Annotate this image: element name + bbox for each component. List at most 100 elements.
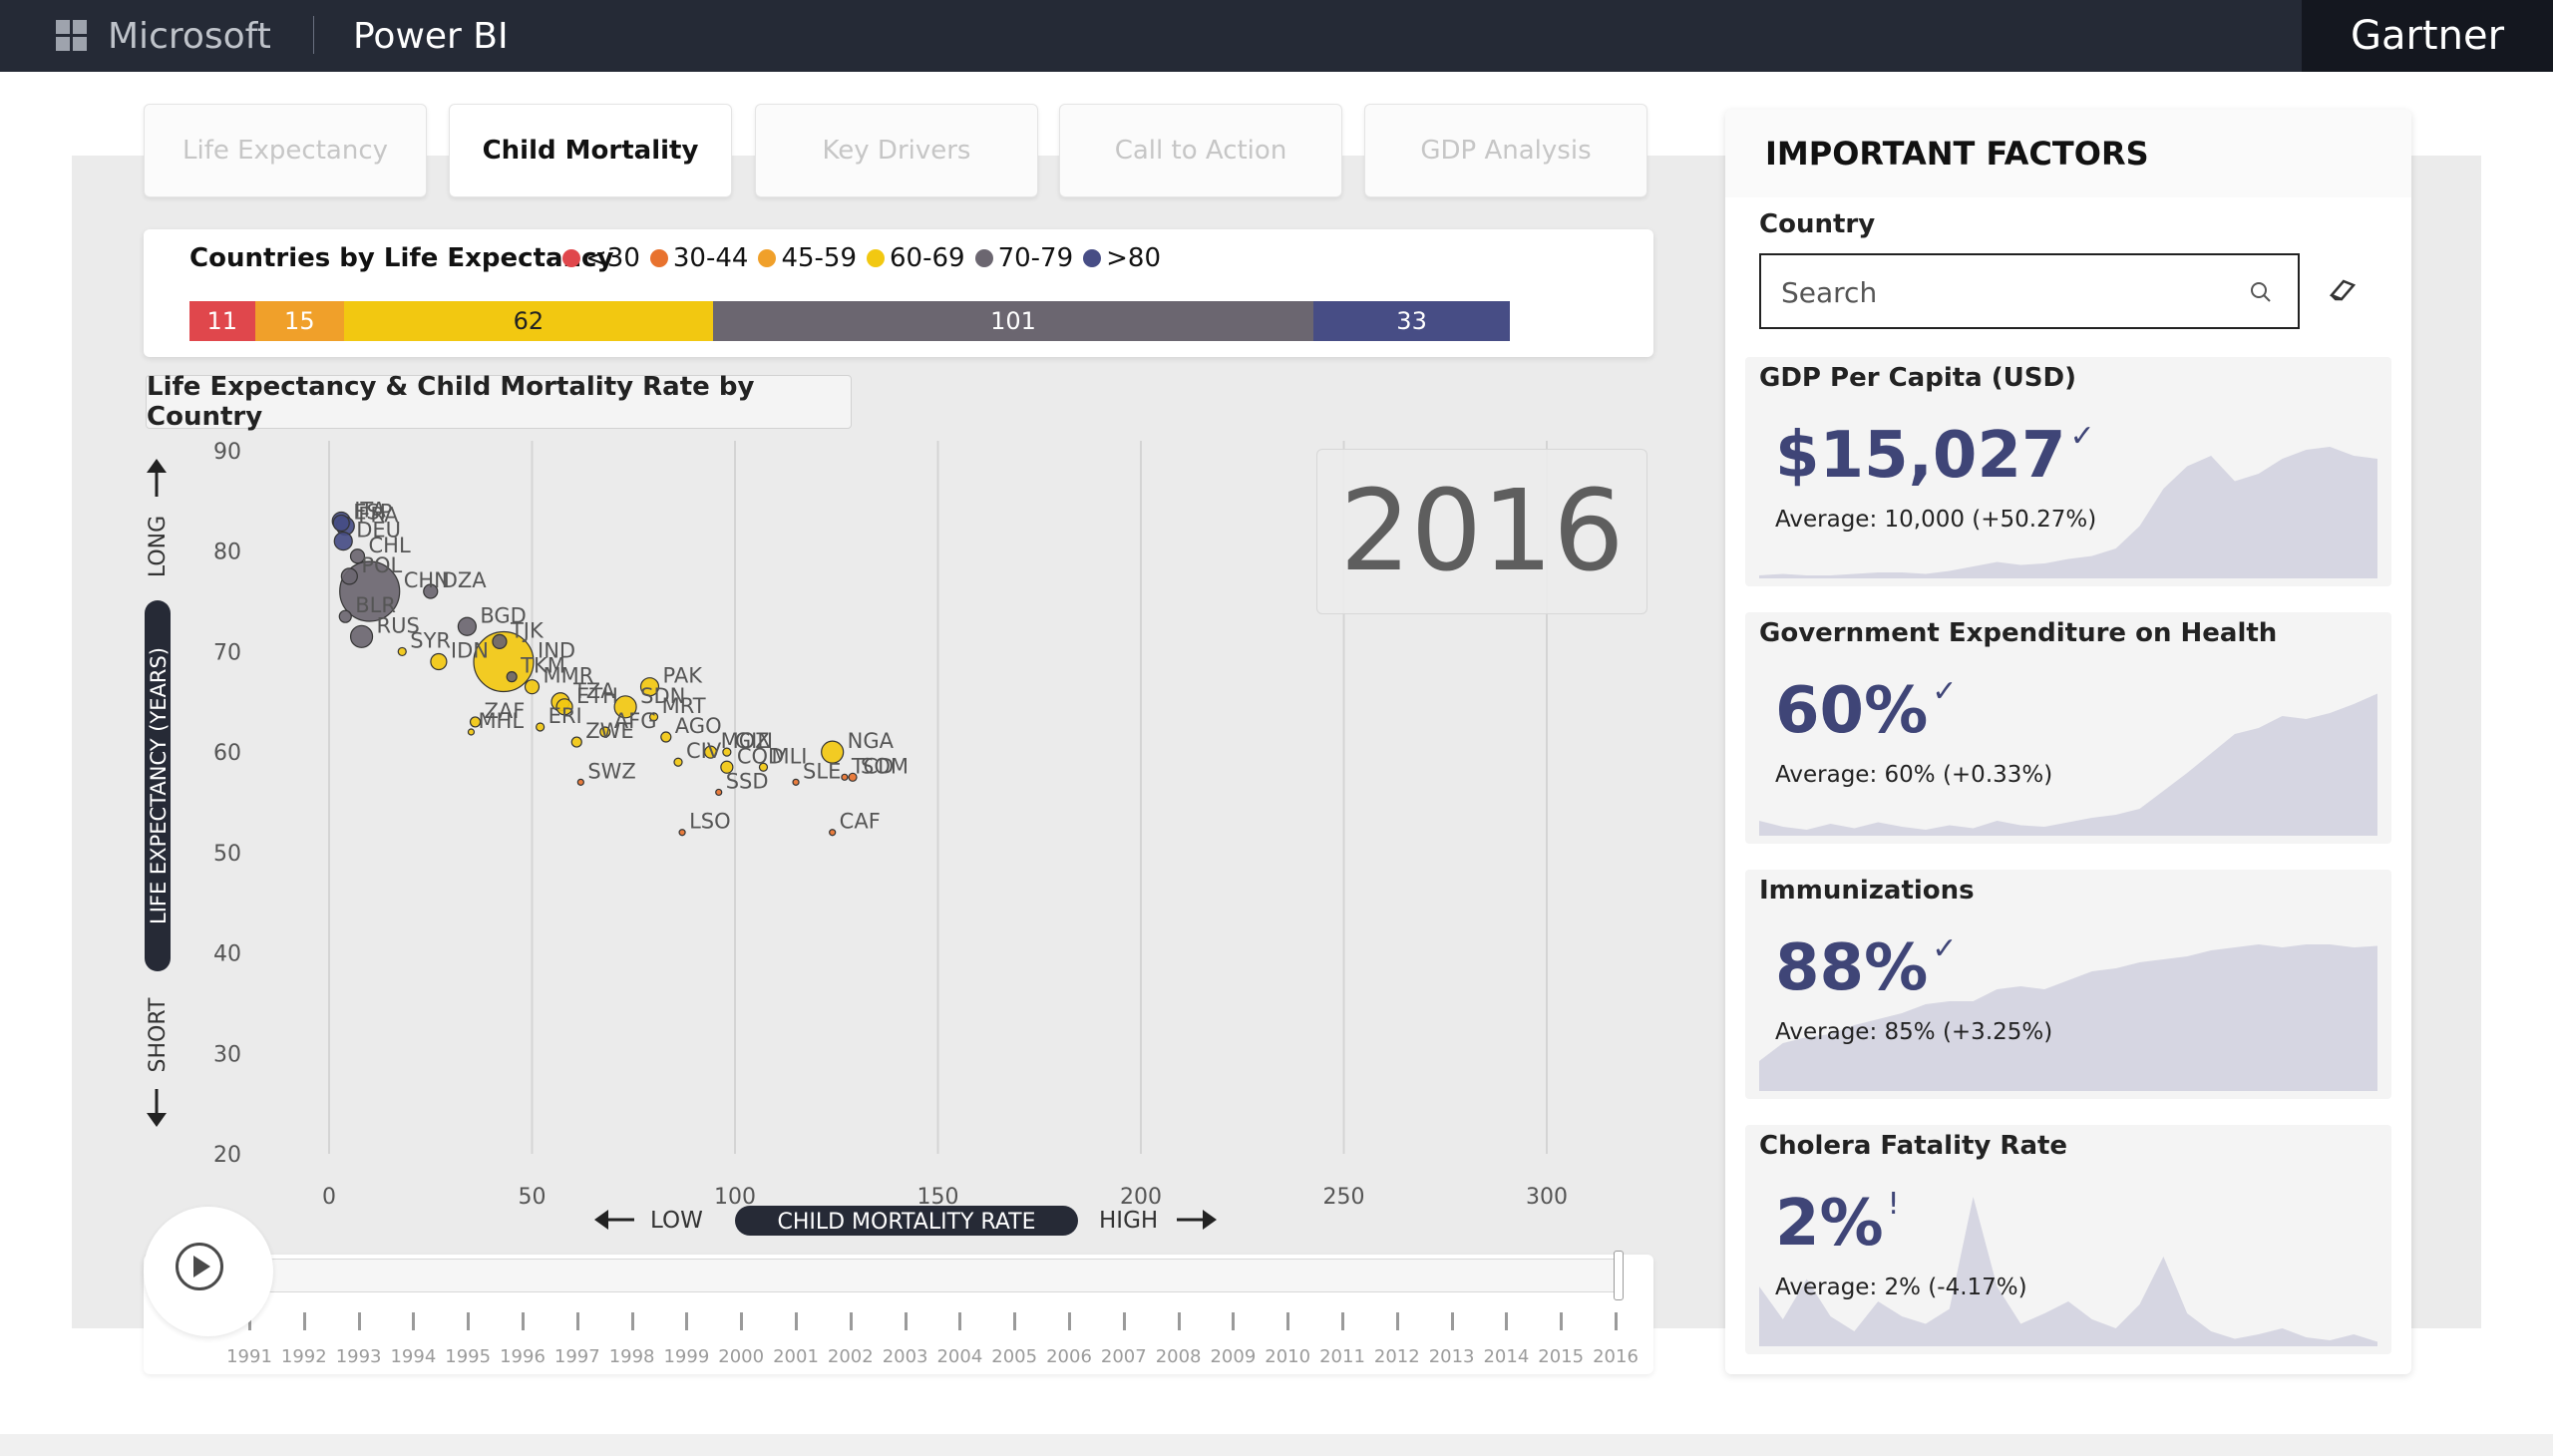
timeline-tick [412, 1312, 416, 1330]
kpi-value-text: $15,027 [1775, 419, 2066, 493]
timeline-tick [357, 1312, 361, 1330]
timeline-year-label[interactable]: 1992 [274, 1346, 334, 1367]
important-factors-panel: IMPORTANT FACTORS Country GDP Per Capita… [1725, 110, 2411, 1374]
kpi-value: 60% ✓ [1775, 674, 1957, 748]
kpi-value: $15,027 ✓ [1775, 419, 2095, 493]
kpi-value-text: 60% [1775, 674, 1929, 748]
point-label: DEU [356, 519, 401, 543]
eraser-icon[interactable] [2324, 271, 2360, 307]
y-axis-label: LIFE EXPECTANCY (YEARS) [147, 647, 171, 924]
timeline-year-label[interactable]: 2009 [1203, 1346, 1263, 1367]
year-slider-track[interactable] [249, 1259, 1620, 1292]
timeline-tick [1560, 1312, 1564, 1330]
timeline-tick [795, 1312, 798, 1330]
point-label: NGA [848, 729, 895, 753]
timeline-year-label[interactable]: 1996 [493, 1346, 552, 1367]
timeline-year-label[interactable]: 2015 [1531, 1346, 1591, 1367]
point-label: SLE [803, 759, 841, 783]
timeline-year-label[interactable]: 2004 [929, 1346, 989, 1367]
timeline-tick [1068, 1312, 1071, 1330]
x-arrow-right-head-icon [1203, 1210, 1217, 1230]
timeline-tick [467, 1312, 471, 1330]
timeline-tick [302, 1312, 306, 1330]
x-axis-low-label: LOW [650, 1208, 703, 1234]
panel-title: IMPORTANT FACTORS [1725, 110, 2411, 197]
kpi-value: 88% ✓ [1775, 931, 1957, 1005]
timeline-tick [630, 1312, 634, 1330]
play-button-container [144, 1207, 273, 1336]
y-arrow-down-head-icon [147, 1113, 167, 1127]
kpi-title: Immunizations [1759, 876, 1975, 906]
data-point [506, 671, 518, 683]
data-point [678, 829, 686, 837]
timeline-tick [740, 1312, 744, 1330]
kpi-title: Government Expenditure on Health [1759, 618, 2278, 648]
kpi-average: Average: 85% (+3.25%) [1775, 1019, 2053, 1045]
timeline-tick [1450, 1312, 1454, 1330]
timeline-tick [1232, 1312, 1236, 1330]
x-tick-label: 250 [1323, 1185, 1365, 1210]
y-arrow-up-head-icon [147, 459, 167, 473]
timeline-year-label[interactable]: 2002 [821, 1346, 881, 1367]
point-label: PAK [663, 664, 704, 688]
timeline-tick [1395, 1312, 1399, 1330]
timeline-year-label[interactable]: 2006 [1039, 1346, 1099, 1367]
timeline-year-label[interactable]: 2014 [1476, 1346, 1536, 1367]
timeline-tick [904, 1312, 908, 1330]
timeline-year-label[interactable]: 1997 [547, 1346, 607, 1367]
timeline-year-label[interactable]: 2001 [766, 1346, 826, 1367]
timeline-year-label[interactable]: 1995 [438, 1346, 498, 1367]
play-icon[interactable] [176, 1243, 223, 1290]
kpi-card[interactable]: Cholera Fatality Rate 2%! Average: 2% (-4.… [1745, 1125, 2391, 1354]
timeline-tick [1122, 1312, 1126, 1330]
data-point [457, 616, 477, 636]
point-label: POL [361, 553, 402, 577]
y-tick-label: 30 [213, 1042, 241, 1067]
timeline-year-label[interactable]: 2008 [1149, 1346, 1209, 1367]
kpi-status-icon: ✓ [1932, 674, 1958, 709]
timeline-year-label[interactable]: 2016 [1586, 1346, 1645, 1367]
kpi-title: GDP Per Capita (USD) [1759, 363, 2076, 393]
timeline-year-label[interactable]: 1993 [329, 1346, 389, 1367]
timeline-year-label[interactable]: 1999 [656, 1346, 716, 1367]
point-label: SWZ [587, 759, 635, 783]
data-point [536, 722, 546, 732]
country-search-input[interactable] [1779, 265, 2222, 319]
timeline-year-label[interactable]: 2003 [876, 1346, 935, 1367]
x-axis-high-label: HIGH [1099, 1208, 1158, 1234]
y-tick-label: 60 [213, 741, 241, 766]
point-label: ETH [576, 684, 618, 708]
kpi-status-icon: ✓ [1932, 931, 1958, 966]
data-point [430, 652, 448, 671]
y-tick-label: 50 [213, 842, 241, 867]
timeline-year-label[interactable]: 2007 [1094, 1346, 1154, 1367]
y-axis-low-label: SHORT [146, 997, 171, 1073]
country-search-box [1759, 253, 2300, 329]
kpi-card[interactable]: GDP Per Capita (USD) $15,027 ✓ Average: 10,… [1745, 357, 2391, 586]
kpi-card[interactable]: Government Expenditure on Health 60% ✓ Aver… [1745, 612, 2391, 844]
search-icon[interactable] [2248, 279, 2274, 305]
timeline-year-label[interactable]: 1998 [602, 1346, 662, 1367]
kpi-value-text: 2% [1775, 1187, 1884, 1261]
timeline-tick [522, 1312, 525, 1330]
data-point [660, 731, 672, 743]
x-arrow-left-head-icon [594, 1210, 608, 1230]
timeline-year-label[interactable]: 2005 [984, 1346, 1044, 1367]
year-slider-handle[interactable] [1614, 1251, 1624, 1300]
timeline-year-label[interactable]: 2000 [711, 1346, 771, 1367]
timeline-tick [1341, 1312, 1344, 1330]
data-point [829, 829, 837, 837]
timeline-year-label[interactable]: 2013 [1422, 1346, 1482, 1367]
kpi-card[interactable]: Immunizations 88% ✓ Average: 85% (+3.25%) [1745, 870, 2391, 1099]
x-tick-label: 50 [519, 1185, 547, 1210]
timeline-year-label[interactable]: 2011 [1312, 1346, 1372, 1367]
y-tick-label: 20 [213, 1143, 241, 1168]
timeline-year-label[interactable]: 2010 [1258, 1346, 1317, 1367]
point-label: CIV [686, 739, 722, 763]
timeline-year-label[interactable]: 1994 [383, 1346, 443, 1367]
point-label: AFG [614, 709, 657, 733]
timeline-year-label[interactable]: 1991 [219, 1346, 279, 1367]
kpi-value: 2%! [1775, 1187, 1900, 1261]
timeline-year-label[interactable]: 2012 [1367, 1346, 1427, 1367]
point-label: TKM [520, 654, 565, 678]
